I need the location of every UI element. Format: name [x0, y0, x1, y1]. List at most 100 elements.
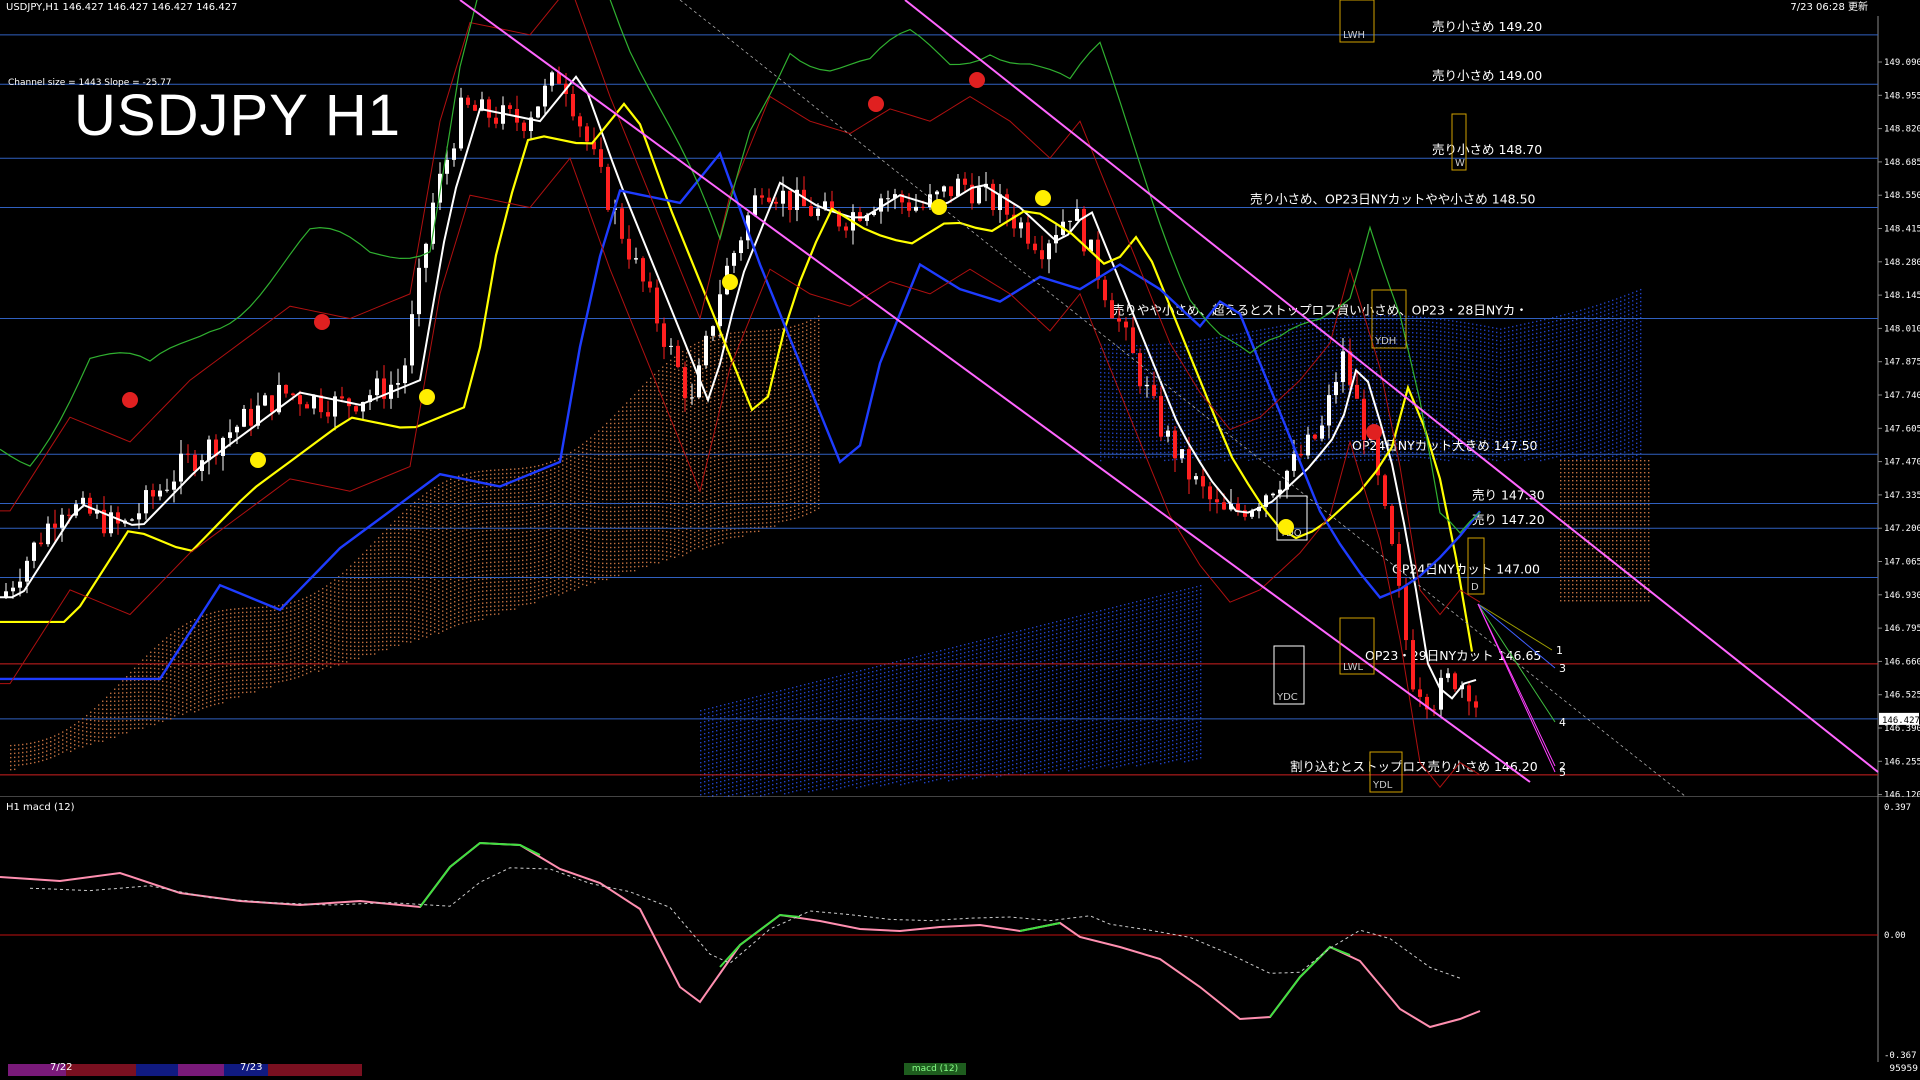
trend-line-upper-left [459, 0, 1531, 783]
candle-body [1439, 677, 1443, 710]
price-tick-label: 148.550 [1884, 191, 1920, 201]
indicator-scroll-label[interactable]: macd (12) [904, 1063, 966, 1075]
candle-body [1271, 493, 1275, 496]
ichimoku-cloud-blue-1 [700, 585, 1202, 797]
candle-body [235, 426, 239, 433]
candle-body [445, 159, 449, 174]
candle-body [193, 454, 197, 472]
candle-body [914, 206, 918, 211]
candle-body [543, 85, 547, 107]
candle-body [816, 208, 820, 216]
candle-body [158, 490, 162, 497]
candle-body [711, 326, 715, 336]
candle-body [186, 453, 190, 455]
buy-signal-icon [1278, 519, 1294, 535]
candle-body [963, 178, 967, 185]
candle-body [669, 345, 673, 347]
candle-body [1194, 476, 1198, 480]
candle-body [1418, 689, 1422, 697]
price-tick-label: 147.740 [1884, 391, 1920, 401]
candle-body [1411, 640, 1415, 690]
candle-body [487, 99, 491, 118]
period-tab[interactable] [268, 1064, 362, 1076]
period-tab[interactable] [136, 1064, 178, 1076]
candle-body [1145, 384, 1149, 387]
candle-body [326, 412, 330, 417]
candle-body [1110, 300, 1114, 319]
candle-body [1068, 220, 1072, 222]
candle-body [1467, 685, 1471, 702]
candle-body [1334, 382, 1338, 396]
price-tick-label: 146.660 [1884, 657, 1920, 667]
sell-signal-icon [1366, 424, 1382, 440]
candle-body [354, 406, 358, 412]
price-tick-label: 147.605 [1884, 424, 1920, 434]
candle-body [396, 383, 400, 385]
candle-body [809, 206, 813, 216]
candle-body [1222, 502, 1226, 510]
candle-body [466, 97, 470, 105]
candle-body [1033, 243, 1037, 251]
candle-body [263, 395, 267, 406]
candle-body [39, 542, 43, 545]
candle-body [1355, 384, 1359, 399]
candle-body [305, 404, 309, 409]
candle-body [459, 97, 463, 149]
marker-label: LWH [1343, 30, 1365, 41]
candle-body [1173, 430, 1177, 459]
price-tick-label: 146.255 [1884, 757, 1920, 767]
macd-panel[interactable]: 0.397 0.00 -0.367 [0, 797, 1920, 1062]
candle-body [1292, 453, 1296, 471]
candle-body [508, 105, 512, 109]
candle-body [1159, 395, 1163, 437]
candle-body [1152, 384, 1156, 396]
date-label-2: 7/23 [240, 1062, 263, 1073]
candle-body [179, 453, 183, 482]
candle-body [1124, 321, 1128, 328]
marker-label: W [1455, 158, 1465, 169]
fan-line [1477, 603, 1556, 773]
candle-body [270, 395, 274, 413]
candlesticks [4, 66, 1478, 719]
candle-body [291, 393, 295, 396]
candle-body [1446, 673, 1450, 678]
period-tab[interactable] [66, 1064, 136, 1076]
candle-body [249, 408, 253, 426]
candle-body [1026, 222, 1030, 244]
candle-body [312, 395, 316, 409]
candle-body [165, 489, 169, 491]
candle-body [1187, 449, 1191, 480]
candle-body [977, 187, 981, 204]
candle-body [627, 238, 631, 260]
period-tab[interactable] [178, 1064, 224, 1076]
candle-body [1341, 351, 1345, 383]
candle-body [46, 523, 50, 545]
candle-body [53, 523, 57, 528]
price-tick-label: 147.470 [1884, 458, 1920, 468]
price-tick-label: 146.795 [1884, 624, 1920, 634]
price-tick-label: 148.820 [1884, 125, 1920, 135]
sell-signal-icon [868, 96, 884, 112]
current-price-label: 146.427 [1882, 716, 1920, 726]
candle-body [753, 195, 757, 216]
price-tick-label: 147.875 [1884, 358, 1920, 368]
candle-body [1306, 434, 1310, 456]
fan-label: 4 [1559, 716, 1566, 729]
candle-body [620, 208, 624, 239]
candle-body [88, 497, 92, 514]
ma-blue [0, 151, 1481, 681]
candle-body [774, 201, 778, 204]
candle-body [676, 345, 680, 368]
candle-body [18, 581, 22, 588]
candle-body [1103, 279, 1107, 301]
price-tick-label: 146.525 [1884, 691, 1920, 701]
candle-body [683, 367, 687, 399]
candle-body [949, 186, 953, 197]
marker-label: D [1471, 582, 1479, 593]
candle-body [1320, 425, 1324, 439]
candle-body [781, 190, 785, 204]
candle-body [452, 148, 456, 160]
candle-body [942, 186, 946, 192]
candle-body [732, 253, 736, 266]
candle-body [536, 106, 540, 118]
